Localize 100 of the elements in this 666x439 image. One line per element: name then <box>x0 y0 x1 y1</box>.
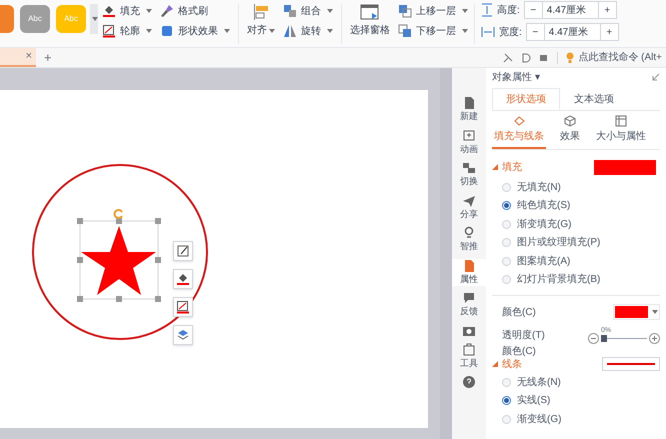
size-field[interactable]: 4.47厘米 <box>544 24 600 40</box>
radio-option[interactable]: 幻灯片背景填充(B) <box>502 270 660 289</box>
caret-icon <box>462 29 468 33</box>
collapse-triangle-icon <box>492 164 498 170</box>
radio-option[interactable]: 无填充(N) <box>502 178 660 196</box>
layers-button[interactable] <box>173 325 193 345</box>
collapse-triangle-icon <box>492 361 498 367</box>
radio-option[interactable]: 无线条(N) <box>502 373 660 392</box>
radio-option[interactable]: 图片或纹理填充(P) <box>502 234 660 252</box>
side-rail-item[interactable]: 工具 <box>452 342 486 370</box>
caret-icon <box>462 9 468 13</box>
align-button[interactable]: 对齐 <box>247 3 275 38</box>
arrange-tool-button[interactable]: 组合 <box>283 4 333 18</box>
height-icon <box>481 3 493 17</box>
side-rail-item[interactable]: 智推 <box>452 226 486 254</box>
gallery-more-button[interactable] <box>90 4 98 34</box>
line-color-label: 颜色(C) <box>502 346 537 357</box>
lightbulb-icon <box>566 52 574 63</box>
lightbulb-icon <box>462 226 476 240</box>
rotate-icon <box>283 24 297 38</box>
selection-pane-button[interactable]: 选择窗格 <box>350 3 390 38</box>
fill-button[interactable] <box>173 269 193 289</box>
window-icon <box>360 3 380 21</box>
increment-button[interactable]: + <box>598 2 616 18</box>
d-shape-icon <box>521 52 532 62</box>
radio-option[interactable]: 渐变填充(G) <box>502 215 660 234</box>
toolbox-icon <box>462 342 476 356</box>
size-label: 宽度: <box>499 26 522 40</box>
minus-icon[interactable] <box>588 332 599 344</box>
format-tool-button[interactable]: 格式刷 <box>160 4 230 18</box>
layer-tool-button[interactable]: 下移一层 <box>398 24 468 38</box>
radio-option[interactable]: 纯色填充(S) <box>502 196 660 215</box>
edit-shape-icon <box>177 245 189 257</box>
side-rail-item[interactable]: 分享 <box>452 194 486 221</box>
size-grid-icon <box>615 115 627 127</box>
side-rail-item[interactable]: 反馈 <box>452 291 486 318</box>
caret-icon <box>92 17 98 21</box>
caret-icon <box>327 29 333 33</box>
line-style-dropdown[interactable] <box>602 357 660 371</box>
panel-tab[interactable]: 文本选项 <box>560 88 628 110</box>
format-tool-button[interactable]: 轮廓 <box>102 24 152 38</box>
outline-button[interactable] <box>173 297 193 317</box>
side-rail-item[interactable]: 切换 <box>452 161 486 188</box>
increment-button[interactable]: + <box>600 24 618 40</box>
radio-option[interactable]: 图案填充(A) <box>502 252 660 270</box>
align-icon <box>252 3 270 21</box>
radio-button[interactable] <box>502 201 511 210</box>
side-rail-item[interactable]: 动画 <box>452 128 486 156</box>
color-dropdown[interactable] <box>613 304 660 320</box>
layers-icon <box>177 329 189 341</box>
decrement-button[interactable]: − <box>524 2 543 18</box>
group-icon <box>283 4 297 18</box>
shape-effect-icon <box>160 24 174 38</box>
caret-icon <box>269 28 275 32</box>
new-tab-button[interactable]: + <box>44 48 52 68</box>
document-tab[interactable]: × <box>0 48 36 67</box>
radio-button[interactable] <box>502 396 511 406</box>
scrollbar[interactable] <box>440 68 452 439</box>
panel-title[interactable]: 对象属性 ▾ <box>492 70 540 84</box>
side-rail-item[interactable]: 新建 <box>452 96 486 124</box>
cube-icon <box>564 115 576 127</box>
transparency-slider[interactable] <box>601 334 647 342</box>
edit-shape-button[interactable] <box>173 241 193 261</box>
close-tab-button[interactable]: × <box>26 48 32 65</box>
width-icon <box>481 26 495 38</box>
size-field[interactable]: 4.47厘米 <box>542 2 598 18</box>
bring-forward-icon <box>398 4 412 18</box>
brush-icon <box>160 4 174 18</box>
document-icon <box>462 96 476 110</box>
size-spinner[interactable]: − 4.47厘米 + <box>526 23 619 41</box>
radio-option[interactable]: 实线(S) <box>502 392 660 410</box>
command-search[interactable]: 点此查找命令 (Alt+ <box>566 50 662 65</box>
help-icon <box>462 375 476 389</box>
size-label: 高度: <box>497 4 520 18</box>
side-rail-item[interactable]: 属性 <box>452 258 486 286</box>
size-spinner[interactable]: − 4.47厘米 + <box>524 1 617 19</box>
arrange-tool-button[interactable]: 旋转 <box>283 24 333 38</box>
panel-subtab[interactable]: 效果 <box>558 115 582 149</box>
radio-option[interactable]: 渐变线(G) <box>502 410 660 428</box>
send-backward-icon <box>398 24 412 38</box>
outline-icon <box>102 24 116 38</box>
plus-icon[interactable] <box>649 332 660 344</box>
transition-icon <box>462 161 476 175</box>
format-tool-button[interactable]: 形状效果 <box>160 24 230 38</box>
color-label: 颜色(C) <box>502 306 536 320</box>
transparency-label: 透明度(T) <box>502 328 545 342</box>
slider-thumb[interactable] <box>601 334 607 342</box>
format-tool-button[interactable]: 填充 <box>102 4 152 18</box>
chat-icon <box>462 291 476 305</box>
rotate-handle-icon[interactable] <box>113 208 125 220</box>
send-icon <box>462 194 476 208</box>
decrement-button[interactable]: − <box>526 24 545 40</box>
animation-icon <box>462 128 476 142</box>
document-icon <box>462 258 476 272</box>
caret-icon <box>327 9 333 13</box>
caret-icon <box>652 310 658 314</box>
panel-subtab[interactable]: 大小与属性 <box>594 115 648 149</box>
collapse-icon[interactable] <box>652 73 660 81</box>
layer-tool-button[interactable]: 上移一层 <box>398 4 468 18</box>
outline-icon <box>176 300 190 314</box>
